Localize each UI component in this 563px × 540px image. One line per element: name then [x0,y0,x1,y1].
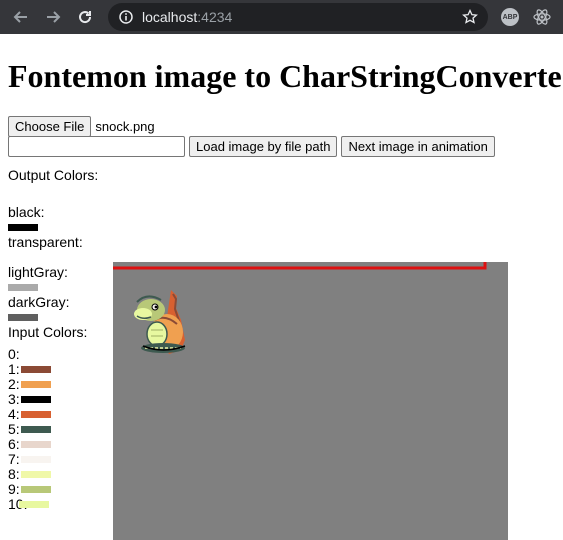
output-colors-heading: Output Colors: [8,167,99,183]
input-color-row: 6: [8,437,51,452]
input-color-swatch[interactable] [19,501,50,508]
output-color-black-label: black: [8,204,45,220]
input-color-row: 9: [8,482,51,497]
input-color-swatch[interactable] [20,396,51,403]
choose-file-button[interactable]: Choose File [8,116,92,137]
input-color-index: 1: [8,361,20,377]
input-color-row: 4: [8,407,51,422]
address-bar[interactable]: localhost:4234 [108,3,488,31]
input-color-index: 6: [8,436,20,452]
url-port: :4234 [197,9,233,25]
input-color-swatch[interactable] [20,441,51,448]
output-color-lightgray-label: lightGray: [8,264,68,280]
input-color-row: 3: [8,392,51,407]
reload-icon[interactable] [74,6,96,28]
input-color-swatch[interactable] [20,471,51,478]
url-host: localhost [142,9,198,25]
path-row: Load image by file path Next image in an… [8,136,495,157]
input-color-row: 1: [8,362,51,377]
input-color-index: 2: [8,376,20,392]
bookmark-star-icon[interactable] [462,8,478,30]
sprite-image [134,290,186,354]
back-icon[interactable] [10,6,32,28]
input-color-swatch[interactable] [20,426,51,433]
forward-icon[interactable] [42,6,64,28]
input-color-swatch[interactable] [20,456,51,463]
selection-outline [113,262,487,270]
browser-toolbar: localhost:4234 ABP [0,0,563,34]
input-color-swatch[interactable] [20,381,51,388]
file-path-input[interactable] [8,136,185,157]
adblock-label: ABP [501,8,519,26]
react-devtools-icon[interactable] [532,7,552,27]
preview-canvas-drawing [113,262,487,354]
url-text: localhost:4234 [142,9,232,25]
next-image-button[interactable]: Next image in animation [341,136,495,157]
input-color-swatch[interactable] [20,411,51,418]
page-content: Fontemon image to CharStringConverte Cho… [0,34,563,540]
preview-canvas[interactable] [113,262,508,540]
input-color-row: 5: [8,422,51,437]
input-color-row: 7: [8,452,51,467]
input-color-row: 10: [8,497,50,512]
input-color-index: 7: [8,451,20,467]
input-color-row: 0: [8,347,20,362]
output-color-darkgray-label: darkGray: [8,294,70,310]
load-image-button[interactable]: Load image by file path [189,136,338,157]
input-color-row: 2: [8,377,51,392]
output-color-black-swatch[interactable] [8,224,38,231]
selected-file-name: snock.png [95,119,155,134]
output-color-transparent-label: transparent: [8,234,83,250]
input-color-index: 0: [8,346,20,362]
input-color-index: 4: [8,406,20,422]
info-icon[interactable] [118,9,134,25]
input-color-swatch[interactable] [20,366,51,373]
input-color-row: 8: [8,467,51,482]
input-color-index: 3: [8,391,20,407]
input-color-index: 9: [8,481,20,497]
input-color-index: 8: [8,466,20,482]
input-color-swatch[interactable] [20,486,51,493]
adblock-extension-icon[interactable]: ABP [500,7,520,27]
input-color-index: 5: [8,421,20,437]
input-colors-heading: Input Colors: [8,324,88,340]
file-chooser-row: Choose File snock.png [8,116,155,137]
output-color-darkgray-swatch[interactable] [8,314,38,321]
output-color-lightgray-swatch[interactable] [8,284,38,291]
page-title: Fontemon image to CharStringConverte [8,58,562,94]
